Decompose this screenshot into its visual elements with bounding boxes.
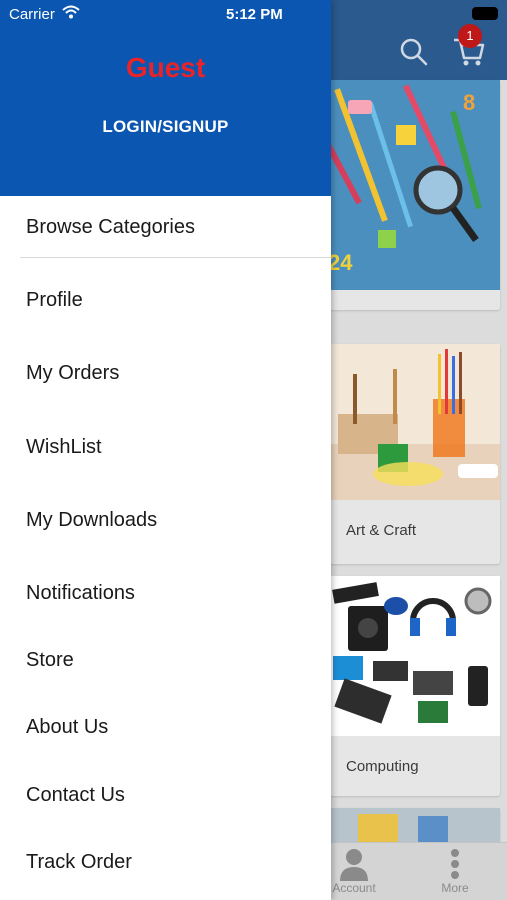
tab-more[interactable]: More (415, 843, 495, 900)
menu-item-my-downloads[interactable]: My Downloads (26, 509, 316, 532)
menu-item-about-us[interactable]: About Us (26, 716, 316, 739)
user-name: Guest (125, 52, 206, 83)
category-image (318, 344, 500, 500)
menu-item-store[interactable]: Store (26, 649, 316, 672)
category-image (318, 808, 500, 842)
menu-item-track-order[interactable]: Track Order (26, 851, 316, 874)
menu-item-my-orders[interactable]: My Orders (26, 362, 316, 385)
tab-label: More (441, 881, 469, 895)
login-signup-link[interactable]: LOGIN/SIGNUP (0, 117, 331, 137)
menu-item-profile[interactable]: Profile (26, 289, 316, 312)
nav-drawer: Guest LOGIN/SIGNUP Browse Categories Pro… (0, 0, 331, 900)
menu-item-wishlist[interactable]: WishList (26, 436, 316, 459)
category-card[interactable]: Art & Craft (318, 344, 500, 564)
more-dots-icon (451, 849, 459, 879)
menu-item-contact-us[interactable]: Contact Us (26, 784, 316, 807)
menu-item-notifications[interactable]: Notifications (26, 582, 316, 605)
category-label: Art & Craft (346, 522, 417, 539)
drawer-header: Guest LOGIN/SIGNUP (0, 0, 331, 196)
category-image: 8 24 (318, 80, 500, 290)
status-time: 5:12 PM (226, 6, 283, 23)
battery-icon (472, 7, 498, 20)
category-label: Computing (346, 758, 419, 775)
carrier-label: Carrier (9, 6, 55, 23)
menu-divider (20, 257, 331, 258)
wifi-icon (62, 5, 80, 19)
svg-text:8: 8 (463, 90, 475, 115)
person-icon (340, 849, 368, 881)
category-card[interactable]: 8 24 (318, 80, 500, 310)
category-card[interactable]: Computing (318, 576, 500, 796)
category-image (318, 576, 500, 736)
status-bar: Carrier 5:12 PM (0, 0, 507, 28)
menu-item-browse-categories[interactable]: Browse Categories (26, 216, 316, 239)
search-icon[interactable] (400, 38, 428, 66)
svg-text:24: 24 (328, 250, 353, 275)
